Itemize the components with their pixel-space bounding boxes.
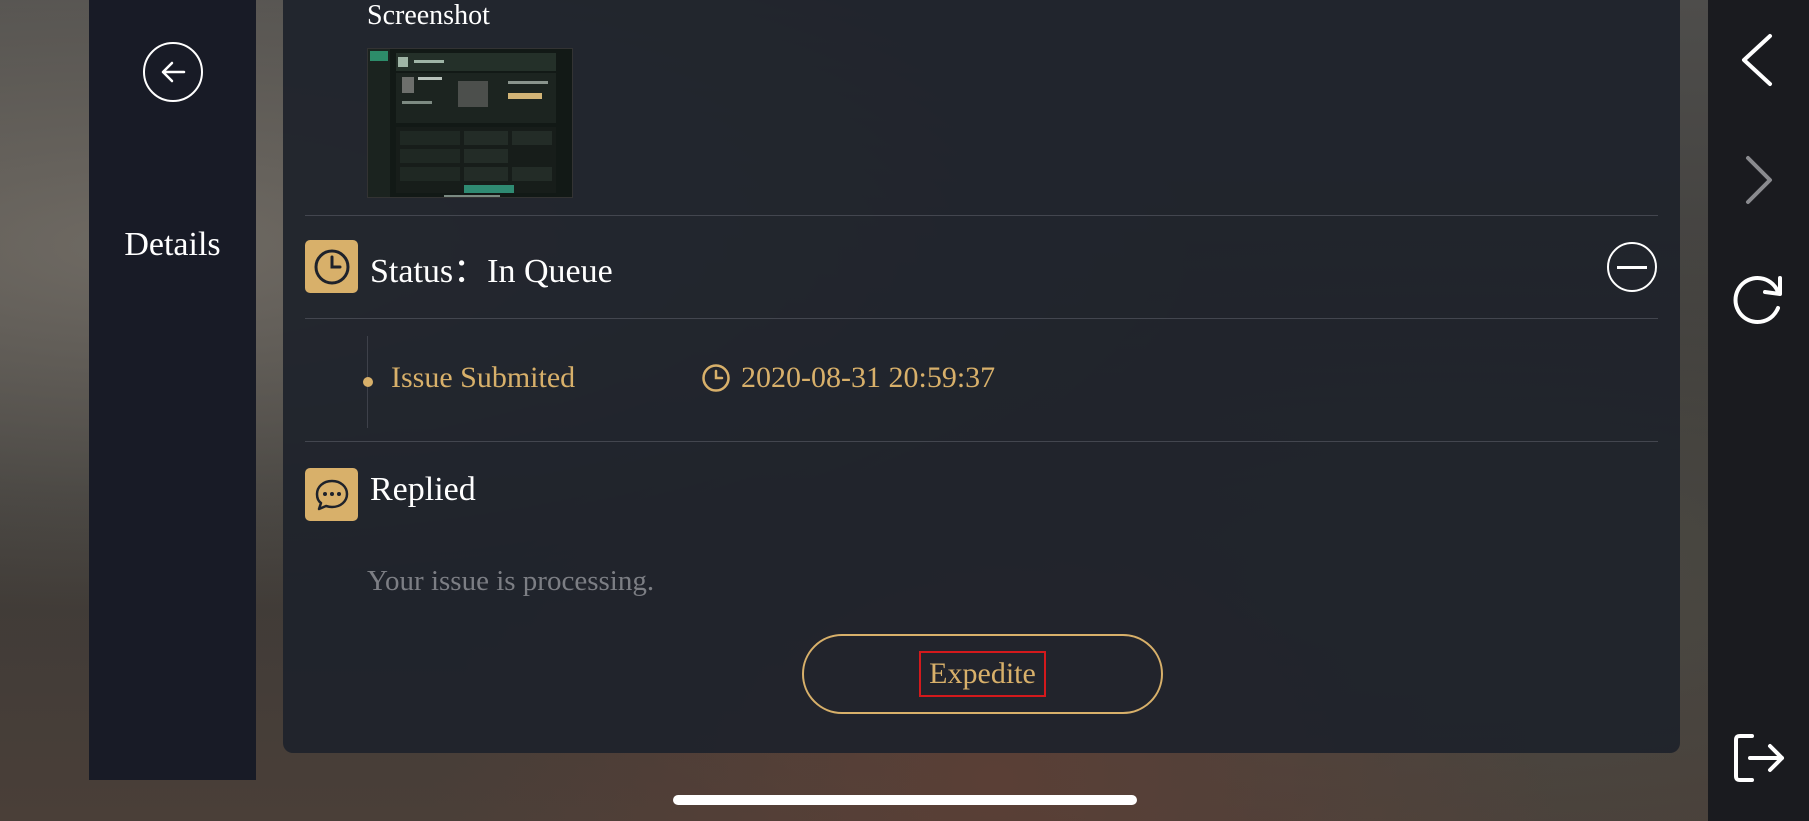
- expedite-button[interactable]: Expedite: [802, 634, 1163, 714]
- timeline-event-time: 2020-08-31 20:59:37: [701, 361, 995, 395]
- exit-icon: [1734, 734, 1784, 782]
- arrow-left-circle-icon: [161, 61, 186, 83]
- page-title: Details: [124, 226, 221, 263]
- refresh-icon: [1733, 276, 1782, 324]
- screenshot-thumbnail-image: [368, 49, 572, 197]
- timestamp: 2020-08-31 20:59:37: [741, 361, 996, 394]
- minus-circle-icon: [1617, 265, 1647, 269]
- collapse-button[interactable]: [1607, 242, 1657, 292]
- timeline-dot: [363, 377, 373, 387]
- back-nav-button[interactable]: [1728, 30, 1788, 90]
- chat-bubble-icon: [315, 479, 348, 510]
- divider: [305, 441, 1658, 442]
- ticket-detail-panel: Screenshot Status：In Queue Issue Submite…: [283, 0, 1680, 753]
- reply-message: Your issue is processing.: [367, 565, 655, 597]
- screenshot-label: Screenshot: [367, 0, 490, 31]
- home-indicator[interactable]: [673, 795, 1137, 805]
- forward-nav-button[interactable]: [1728, 150, 1788, 210]
- clock-icon: [702, 364, 730, 392]
- exit-button[interactable]: [1728, 728, 1788, 788]
- back-button[interactable]: [143, 42, 203, 102]
- clock-icon: [314, 249, 349, 284]
- chevron-right-icon: [1746, 156, 1772, 204]
- right-toolbar: [1708, 0, 1809, 821]
- divider: [305, 318, 1658, 319]
- left-nav: Details: [89, 0, 256, 780]
- status-label: Status：In Queue: [370, 253, 613, 290]
- timeline-event-label: Issue Submited: [391, 361, 576, 394]
- screenshot-thumbnail[interactable]: [367, 48, 573, 198]
- replied-label: Replied: [370, 471, 476, 508]
- status-icon-box: [305, 240, 358, 293]
- refresh-button[interactable]: [1728, 270, 1788, 330]
- divider: [305, 215, 1658, 216]
- chevron-left-icon: [1742, 34, 1772, 86]
- expedite-label: Expedite: [919, 651, 1046, 697]
- replied-icon-box: [305, 468, 358, 521]
